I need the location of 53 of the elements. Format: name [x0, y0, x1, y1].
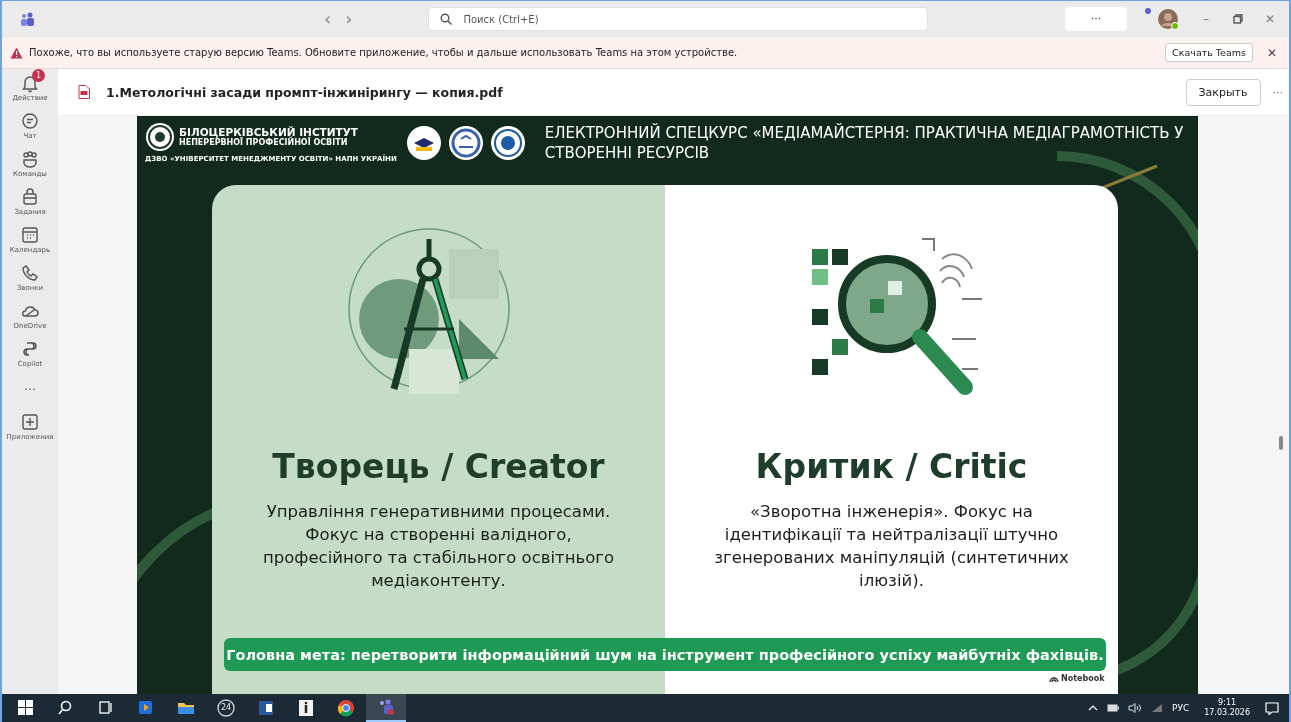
pdf-file-icon [78, 85, 90, 99]
minimize-button[interactable]: – [1199, 12, 1213, 26]
institute-name: БІЛОЦЕРКІВСЬКИЙ ІНСТИТУТ [179, 126, 358, 138]
close-button[interactable]: ✕ [1266, 45, 1277, 60]
emblem-icon [489, 124, 526, 161]
scrollbar[interactable] [1279, 436, 1283, 450]
role-title: Творець / Creator [272, 447, 605, 486]
more-button[interactable]: ··· [1065, 7, 1127, 31]
banner-text: Похоже, что вы используете старую версию Teams. Обновите приложение, чтобы и дальше использовать Teams на этом устройстве. [29, 47, 738, 58]
warning-icon [10, 46, 23, 59]
taskbar-button[interactable]: 24 [206, 694, 246, 722]
clock-date[interactable]: 17.03.2026 [1204, 708, 1250, 718]
close-document-button[interactable]: Закрыть [1185, 78, 1261, 106]
restore-icon[interactable] [1233, 14, 1243, 24]
role-description: Управління генеративними процесами. Фокус на створенні валідного, професійного та стабільного освітнього медіаконтенту. [262, 501, 615, 592]
bell-icon [20, 73, 40, 93]
windows-icon [16, 698, 36, 718]
browser-icon [336, 698, 356, 718]
calendar-icon [20, 225, 40, 245]
clock-time[interactable]: 9:11 [1218, 698, 1237, 708]
close-button[interactable]: ✕ [1263, 12, 1277, 26]
people-icon [20, 149, 40, 169]
notification-badge: 1 [32, 69, 45, 82]
counter-icon [216, 698, 236, 718]
people-icon [20, 11, 36, 27]
download-button[interactable]: Скачать Teams [1165, 43, 1253, 62]
avatar-icon[interactable] [1157, 8, 1179, 30]
course-title: ЕЛЕКТРОННИЙ СПЕЦКУРС «МЕДІАМАЙСТЕРНЯ: ПРАКТИЧНА МЕДІАГРАМОТНІСТЬ У СТВОРЕННІ РЕСУРСІВ [544, 122, 1185, 163]
phone-icon [20, 263, 40, 283]
goal-banner: Головна мета: перетворити інформаційний шум на інструмент професійного успіху майбутніх фахівців. [224, 638, 1106, 671]
plus-icon [20, 412, 40, 432]
backpack-icon [20, 187, 40, 207]
chevron-up-icon [1088, 705, 1098, 711]
chat-icon [20, 111, 40, 131]
battery-icon [1107, 704, 1119, 712]
more-button[interactable]: ··· [1272, 85, 1283, 99]
source-label: Notebook [1061, 674, 1105, 683]
info-icon [296, 698, 316, 718]
role-description: «Зворотна інженерія». Фокус на ідентифікації та нейтралізації штучно згенерованих маніпуляцій (синтетичних ілюзій). [713, 501, 1070, 592]
emblem-icon [405, 124, 442, 161]
more-button[interactable]: ··· [24, 383, 36, 397]
language-indicator[interactable]: РУС [1172, 703, 1190, 713]
emblem-icon [447, 124, 484, 161]
search-field[interactable]: Поиск (Ctrl+E) [428, 7, 929, 31]
speaker-icon [1128, 703, 1142, 713]
network-icon [1151, 703, 1163, 713]
institute-subtitle: НЕПЕРЕРВНОЇ ПРОФЕСІЙНОЇ ОСВІТИ [179, 138, 349, 148]
word-icon [256, 698, 276, 718]
role-title: Критик / Critic [755, 447, 1028, 486]
emblem-icon [145, 122, 175, 152]
notification-dot-icon [1145, 8, 1151, 14]
notification-icon[interactable] [1265, 701, 1279, 715]
document-title: 1.Метологічні засади промпт-інжинірингу — копия.pdf [106, 84, 503, 100]
